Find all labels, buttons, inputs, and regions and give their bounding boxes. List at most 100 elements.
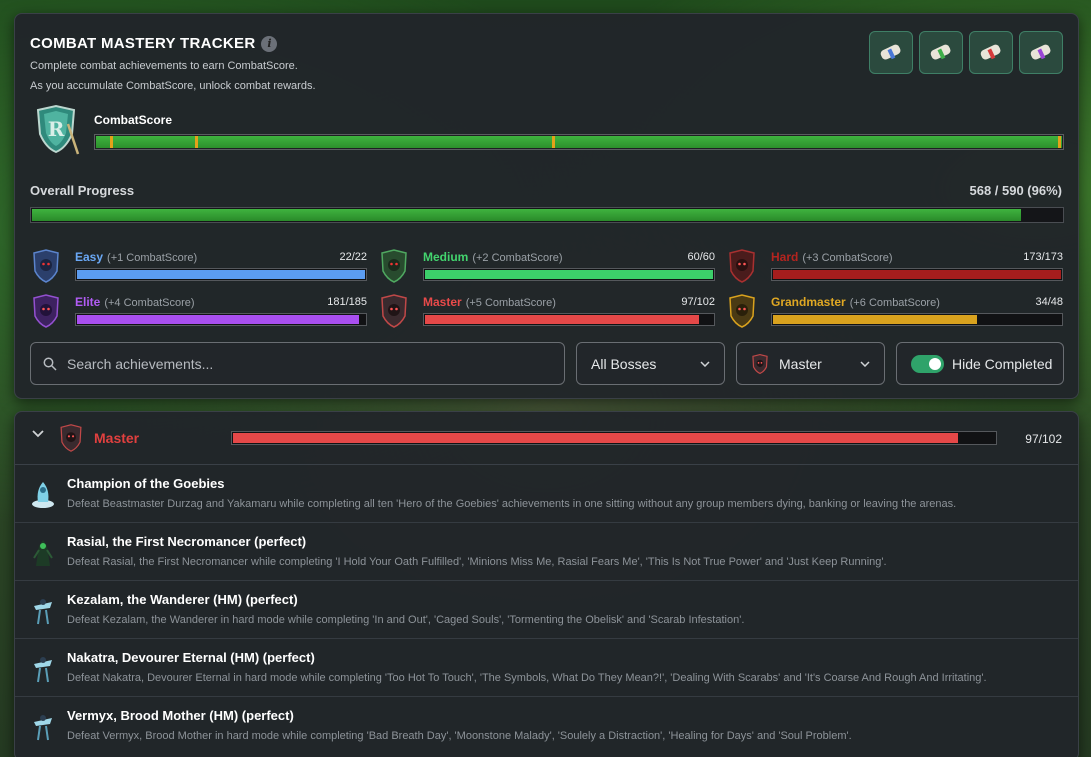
tier-progress-fill <box>773 270 1061 279</box>
tier-progress-bar <box>423 313 715 326</box>
tier-label: Medium (+2 CombatScore) <box>423 250 563 264</box>
tier-progress-bar <box>771 313 1063 326</box>
overall-progress-fill <box>32 209 1021 221</box>
combat-shield-icon: R <box>36 104 80 155</box>
achievement-title: Vermyx, Brood Mother (HM) (perfect) <box>67 708 294 723</box>
group-name: Master <box>94 430 140 446</box>
reward-scroll-red-button[interactable] <box>969 31 1013 74</box>
mastery-tracker-panel: COMBAT MASTERY TRACKER i Complete combat… <box>14 13 1079 399</box>
rasial-icon <box>33 540 53 566</box>
elite-tier-icon <box>33 294 59 328</box>
tier-count: 34/48 <box>1035 296 1063 308</box>
tier-progress-bar <box>423 268 715 281</box>
page-title: COMBAT MASTERY TRACKER <box>30 35 256 52</box>
achievement-list-panel: Master 97/102 Champion of the Goebies De… <box>14 411 1079 757</box>
combat-score-bar <box>94 134 1064 150</box>
group-count: 97/102 <box>1025 432 1062 446</box>
master-tier-icon <box>381 294 407 328</box>
achievement-row[interactable]: Champion of the Goebies Defeat Beastmast… <box>15 466 1078 523</box>
tier-bonus: (+4 CombatScore) <box>104 297 195 309</box>
subtitle-line-2: As you accumulate CombatScore, unlock co… <box>30 80 316 92</box>
kezalam-icon <box>34 599 52 625</box>
tier-hard: Hard (+3 CombatScore) 173/173 <box>727 249 1063 287</box>
tier-count: 60/60 <box>687 251 715 263</box>
hard-tier-icon <box>729 249 755 283</box>
info-icon[interactable]: i <box>261 35 278 52</box>
tier-progress-fill <box>77 270 365 279</box>
tier-name: Easy <box>75 250 104 264</box>
overall-progress-label: Overall Progress <box>30 183 135 198</box>
medium-tier-icon <box>381 249 407 283</box>
scroll-purple-icon <box>1030 44 1051 60</box>
scroll-blue-icon <box>880 44 901 60</box>
tier-elite: Elite (+4 CombatScore) 181/185 <box>31 294 367 332</box>
goebie-champion-icon <box>32 482 54 508</box>
achievement-title: Rasial, the First Necromancer (perfect) <box>67 534 307 549</box>
achievement-description: Defeat Kezalam, the Wanderer in hard mod… <box>67 614 745 626</box>
search-input[interactable] <box>67 355 537 372</box>
combat-score-milestone <box>109 136 113 148</box>
tier-count: 173/173 <box>1023 251 1063 263</box>
overall-progress-bar <box>30 207 1064 223</box>
group-progress-bar <box>231 431 997 445</box>
scroll-green-icon <box>930 44 951 60</box>
combat-score-label: CombatScore <box>94 113 173 127</box>
hide-completed-toggle-box[interactable]: Hide Completed <box>896 342 1064 385</box>
tier-count: 22/22 <box>339 251 367 263</box>
tier-label: Hard (+3 CombatScore) <box>771 250 893 264</box>
tier-progress-bar <box>771 268 1063 281</box>
combat-score-milestone <box>1058 136 1062 148</box>
reward-scroll-green-button[interactable] <box>919 31 963 74</box>
group-header-master[interactable]: Master 97/102 <box>15 412 1078 465</box>
nakatra-icon <box>34 657 52 683</box>
tier-dropdown[interactable]: Master <box>736 342 885 385</box>
title-row: COMBAT MASTERY TRACKER i <box>30 35 278 52</box>
tier-progress-fill <box>425 315 699 324</box>
achievement-row[interactable]: Nakatra, Devourer Eternal (HM) (perfect)… <box>15 640 1078 697</box>
scroll-red-icon <box>980 44 1001 60</box>
search-box[interactable] <box>30 342 565 385</box>
tier-label: Grandmaster (+6 CombatScore) <box>771 295 940 309</box>
tier-label: Master (+5 CombatScore) <box>423 295 556 309</box>
tier-name: Medium <box>423 250 469 264</box>
hide-completed-toggle[interactable] <box>911 354 944 373</box>
tier-progress-bar <box>75 268 367 281</box>
tier-label: Easy (+1 CombatScore) <box>75 250 197 264</box>
tier-count: 97/102 <box>681 296 715 308</box>
achievement-row[interactable]: Rasial, the First Necromancer (perfect) … <box>15 524 1078 581</box>
tier-name: Master <box>423 295 462 309</box>
achievement-row[interactable]: Vermyx, Brood Mother (HM) (perfect) Defe… <box>15 698 1078 755</box>
svg-text:R: R <box>48 117 65 141</box>
reward-scroll-blue-button[interactable] <box>869 31 913 74</box>
achievement-description: Defeat Nakatra, Devourer Eternal in hard… <box>67 672 987 684</box>
easy-tier-icon <box>33 249 59 283</box>
combat-score-milestone <box>551 136 555 148</box>
combat-score-fill <box>96 136 1062 148</box>
bosses-dropdown[interactable]: All Bosses <box>576 342 725 385</box>
tier-grandmaster: Grandmaster (+6 CombatScore) 34/48 <box>727 294 1063 332</box>
chevron-down-icon <box>700 360 710 367</box>
achievement-description: Defeat Vermyx, Brood Mother in hard mode… <box>67 730 852 742</box>
tier-bonus: (+6 CombatScore) <box>849 297 940 309</box>
tier-count: 181/185 <box>327 296 367 308</box>
achievement-row[interactable]: Kezalam, the Wanderer (HM) (perfect) Def… <box>15 582 1078 639</box>
chevron-down-icon[interactable] <box>32 430 44 438</box>
vermyx-icon <box>34 715 52 741</box>
achievement-description: Defeat Beastmaster Durzag and Yakamaru w… <box>67 498 957 510</box>
tier-easy: Easy (+1 CombatScore) 22/22 <box>31 249 367 287</box>
combat-score-milestone <box>194 136 198 148</box>
tier-progress-fill <box>425 270 713 279</box>
achievement-title: Nakatra, Devourer Eternal (HM) (perfect) <box>67 650 315 665</box>
tier-master: Master (+5 CombatScore) 97/102 <box>379 294 715 332</box>
achievement-title: Kezalam, the Wanderer (HM) (perfect) <box>67 592 298 607</box>
reward-scrolls <box>869 31 1063 74</box>
tier-bonus: (+5 CombatScore) <box>465 297 556 309</box>
reward-scroll-purple-button[interactable] <box>1019 31 1063 74</box>
tier-name: Hard <box>771 250 799 264</box>
tier-bonus: (+1 CombatScore) <box>107 252 198 264</box>
tier-label: Elite (+4 CombatScore) <box>75 295 195 309</box>
achievement-title: Champion of the Goebies <box>67 476 225 491</box>
tier-name: Grandmaster <box>771 295 846 309</box>
hide-completed-label: Hide Completed <box>952 355 1053 372</box>
toggle-knob <box>929 357 941 370</box>
